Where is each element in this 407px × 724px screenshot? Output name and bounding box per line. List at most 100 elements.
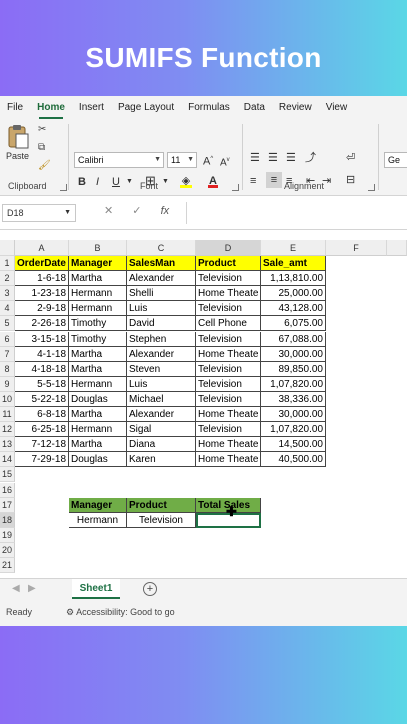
table-cell[interactable]: Television xyxy=(196,301,261,317)
table-cell[interactable]: Timothy xyxy=(69,331,127,347)
decrease-font-icon[interactable]: Av xyxy=(220,152,230,171)
table-cell[interactable]: 2-26-18 xyxy=(15,316,69,332)
formula-input[interactable] xyxy=(186,202,407,224)
add-sheet-icon[interactable]: + xyxy=(143,582,157,596)
row-header-3[interactable]: 3 xyxy=(0,286,15,302)
menu-formulas[interactable]: Formulas xyxy=(181,96,237,120)
table-cell[interactable]: Diana xyxy=(127,437,196,453)
row-header-4[interactable]: 4 xyxy=(0,301,15,317)
column-header-e[interactable]: E xyxy=(261,240,326,256)
column-header-b[interactable]: B xyxy=(69,240,127,256)
table-cell[interactable]: Hermann xyxy=(69,422,127,438)
table-cell[interactable]: Alexander xyxy=(127,407,196,422)
table-cell[interactable]: Television xyxy=(196,361,261,377)
row-header-7[interactable]: 7 xyxy=(0,346,15,362)
menu-review[interactable]: Review xyxy=(272,96,319,120)
row-header-2[interactable]: 2 xyxy=(0,271,15,287)
column-header-f[interactable]: F xyxy=(326,240,387,256)
table-cell[interactable]: Martha xyxy=(69,437,127,453)
criteria-header-cell[interactable]: Product xyxy=(127,497,196,513)
menu-view[interactable]: View xyxy=(319,96,355,120)
font-size-select[interactable]: 11 ▼ xyxy=(167,152,197,168)
table-cell[interactable]: Hermann xyxy=(69,286,127,302)
column-header-a[interactable]: A xyxy=(15,240,69,256)
row-header-5[interactable]: 5 xyxy=(0,316,15,332)
menu-page-layout[interactable]: Page Layout xyxy=(111,96,181,120)
table-cell[interactable]: 38,336.00 xyxy=(261,391,326,407)
accessibility-status[interactable]: ⚙ Accessibility: Good to go xyxy=(66,607,175,618)
table-cell[interactable]: 1-6-18 xyxy=(15,271,69,287)
table-header-cell[interactable]: Sale_amt xyxy=(261,256,326,271)
bold-button[interactable]: B xyxy=(78,174,86,190)
table-cell[interactable]: 1,07,820.00 xyxy=(261,376,326,392)
table-cell[interactable]: Karen xyxy=(127,452,196,468)
align-left-icon[interactable]: ≡ xyxy=(250,173,256,189)
table-cell[interactable]: Martha xyxy=(69,407,127,422)
table-cell[interactable]: 3-15-18 xyxy=(15,331,69,347)
align-center-icon[interactable]: ≡ xyxy=(266,172,282,188)
table-cell[interactable]: Stephen xyxy=(127,331,196,347)
insert-function-button[interactable]: fx xyxy=(161,205,170,217)
criteria-value-cell[interactable]: Television xyxy=(127,512,196,528)
table-cell[interactable]: 7-29-18 xyxy=(15,452,69,468)
table-cell[interactable]: 1-23-18 xyxy=(15,286,69,302)
table-cell[interactable]: 6-25-18 xyxy=(15,422,69,438)
table-cell[interactable]: Luis xyxy=(127,301,196,317)
table-cell[interactable]: 6-8-18 xyxy=(15,407,69,422)
row-header-16[interactable]: 16 xyxy=(0,482,15,498)
table-cell[interactable]: David xyxy=(127,316,196,332)
table-cell[interactable]: 30,000.00 xyxy=(261,407,326,422)
chevron-down-icon[interactable]: ▼ xyxy=(126,174,133,190)
row-header-6[interactable]: 6 xyxy=(0,331,15,347)
paste-button[interactable]: Paste xyxy=(6,124,32,168)
cut-icon[interactable]: ✂ xyxy=(38,124,46,135)
table-cell[interactable]: 2-9-18 xyxy=(15,301,69,317)
column-header-d[interactable]: D xyxy=(196,240,261,256)
table-cell[interactable]: Television xyxy=(196,331,261,347)
table-cell[interactable]: Home Theate xyxy=(196,346,261,362)
align-top-icon[interactable]: ☰ xyxy=(250,150,260,166)
table-cell[interactable]: Television xyxy=(196,376,261,392)
row-header-17[interactable]: 17 xyxy=(0,497,15,513)
fill-color-icon[interactable]: ◈ xyxy=(180,173,192,188)
menu-home[interactable]: Home xyxy=(30,96,72,120)
table-cell[interactable]: 6,075.00 xyxy=(261,316,326,332)
criteria-value-cell[interactable]: Hermann xyxy=(69,512,127,528)
row-header-20[interactable]: 20 xyxy=(0,542,15,558)
table-cell[interactable]: Hermann xyxy=(69,301,127,317)
menu-file[interactable]: File xyxy=(0,96,30,120)
table-cell[interactable]: Cell Phone xyxy=(196,316,261,332)
format-painter-icon[interactable]: 🖌 xyxy=(38,160,51,171)
table-cell[interactable]: Home Theate xyxy=(196,452,261,468)
table-cell[interactable]: Michael xyxy=(127,391,196,407)
table-cell[interactable]: 43,128.00 xyxy=(261,301,326,317)
sheet-tab-sheet1[interactable]: Sheet1 xyxy=(72,579,120,599)
font-name-select[interactable]: Calibri ▼ xyxy=(74,152,164,168)
table-cell[interactable]: Douglas xyxy=(69,452,127,468)
table-cell[interactable]: Timothy xyxy=(69,316,127,332)
table-cell[interactable]: 1,07,820.00 xyxy=(261,422,326,438)
align-bottom-icon[interactable]: ☰ xyxy=(286,150,296,166)
table-cell[interactable]: 4-1-18 xyxy=(15,346,69,362)
cancel-icon[interactable]: ✕ xyxy=(104,205,113,217)
row-header-14[interactable]: 14 xyxy=(0,452,15,468)
chevron-down-icon[interactable]: ▼ xyxy=(162,174,169,190)
table-cell[interactable]: 25,000.00 xyxy=(261,286,326,302)
clipboard-launcher-icon[interactable] xyxy=(60,184,67,191)
table-cell[interactable]: Television xyxy=(196,391,261,407)
row-header-15[interactable]: 15 xyxy=(0,467,15,483)
table-cell[interactable]: 4-18-18 xyxy=(15,361,69,377)
table-header-cell[interactable]: Product xyxy=(196,256,261,271)
sheet-nav-arrows[interactable]: ◀ ▶ xyxy=(12,583,36,594)
table-cell[interactable]: 7-12-18 xyxy=(15,437,69,453)
row-header-8[interactable]: 8 xyxy=(0,361,15,377)
table-cell[interactable]: 67,088.00 xyxy=(261,331,326,347)
table-cell[interactable]: Television xyxy=(196,271,261,287)
enter-icon[interactable]: ✓ xyxy=(132,205,141,217)
table-cell[interactable]: Sigal xyxy=(127,422,196,438)
table-cell[interactable]: Steven xyxy=(127,361,196,377)
alignment-launcher-icon[interactable] xyxy=(368,184,375,191)
underline-button[interactable]: U xyxy=(112,174,120,190)
table-cell[interactable]: Home Theate xyxy=(196,407,261,422)
table-cell[interactable]: 1,13,810.00 xyxy=(261,271,326,287)
